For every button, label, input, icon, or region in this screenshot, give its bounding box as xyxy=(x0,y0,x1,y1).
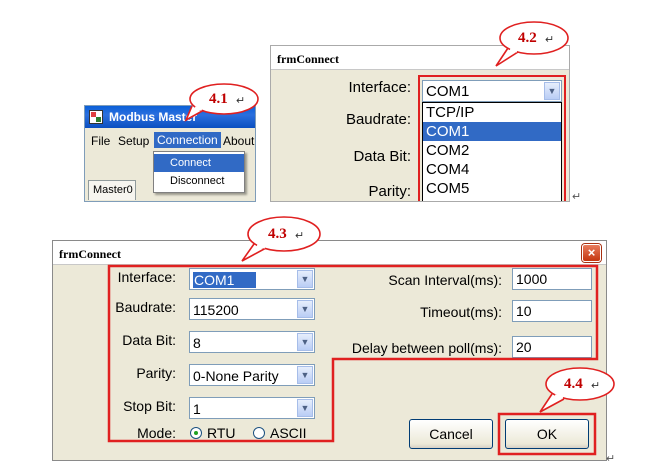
callout-label: 4.2 xyxy=(518,30,537,46)
menu-setup[interactable]: Setup xyxy=(118,134,149,148)
frmconnect-small-window: frmConnect Interface: Baudrate: Data Bit… xyxy=(270,45,570,202)
callout-4-2: 4.2 ↵ xyxy=(490,20,570,68)
frmconnect-large-window: frmConnect × Interface: Baudrate: Data B… xyxy=(52,240,607,461)
tab-master0[interactable]: Master0 xyxy=(88,180,136,200)
return-mark: ↵ xyxy=(572,191,582,203)
highlight-box xyxy=(418,75,566,201)
return-mark: ↵ xyxy=(236,95,246,107)
baudrate-label: Baudrate: xyxy=(345,111,411,128)
return-mark: ↵ xyxy=(545,34,555,46)
app-icon xyxy=(89,110,103,124)
interface-label: Interface: xyxy=(348,79,411,96)
callout-label: 4.1 xyxy=(209,91,228,107)
highlight-outline xyxy=(107,264,599,456)
data-bit-label: Data Bit: xyxy=(353,148,411,165)
callout-4-3: 4.3 ↵ xyxy=(238,214,322,262)
callout-4-4: 4.4 ↵ xyxy=(536,366,616,414)
callout-label: 4.3 xyxy=(268,226,287,242)
parity-label: Parity: xyxy=(368,183,411,200)
return-mark: ↵ xyxy=(591,380,601,392)
menu-file[interactable]: File xyxy=(91,134,110,148)
return-mark: ↵ xyxy=(295,230,305,242)
menu-about[interactable]: About xyxy=(223,134,254,148)
menu-connection[interactable]: Connection xyxy=(154,132,221,148)
callout-label: 4.4 xyxy=(564,376,583,392)
menu-bar: File Setup Connection About xyxy=(85,131,255,151)
return-mark: ↵ xyxy=(606,453,616,465)
callout-4-1: 4.1 ↵ xyxy=(184,82,260,122)
menu-item-disconnect[interactable]: Disconnect xyxy=(154,172,244,190)
connection-dropdown: Connect Disconnect xyxy=(153,151,245,193)
menu-item-connect[interactable]: Connect xyxy=(154,154,244,172)
